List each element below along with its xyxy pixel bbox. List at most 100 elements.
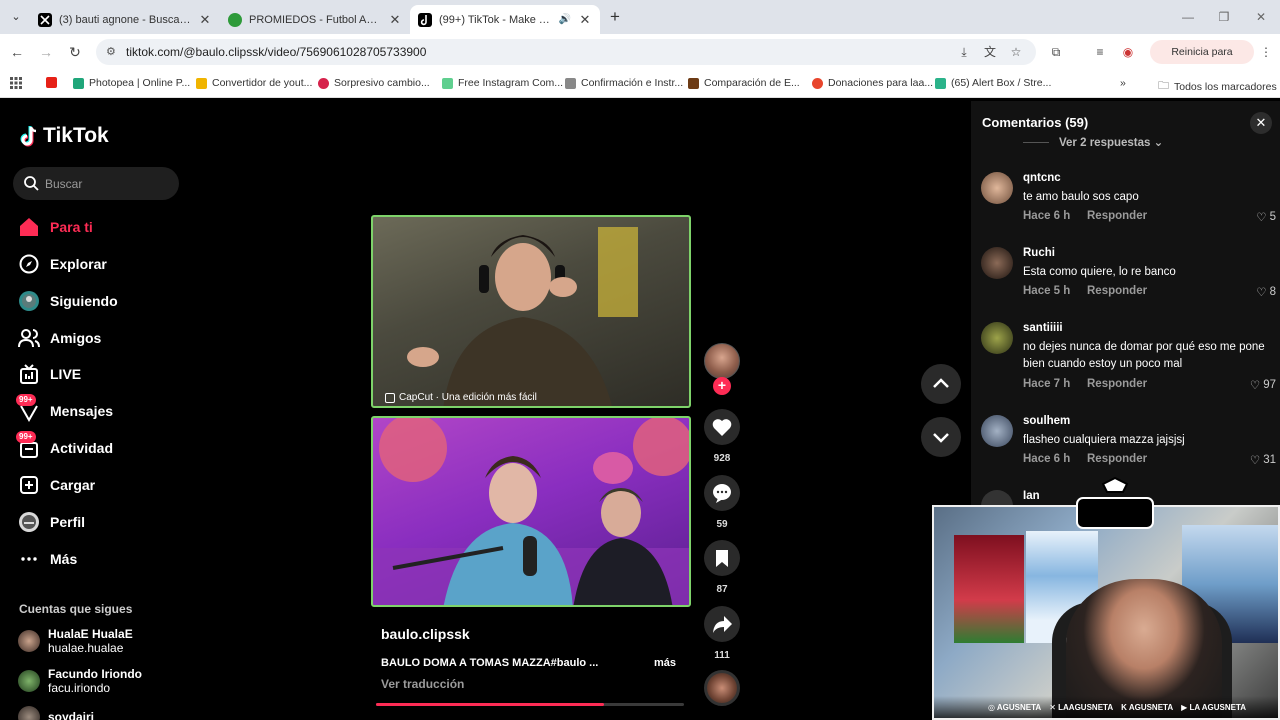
tiktok-logo[interactable]: TikTok [19,124,109,148]
tab-close-icon[interactable]: ✕ [388,12,402,28]
commenter-name[interactable]: Ruchi [1023,247,1055,259]
follow-plus-button[interactable]: + [713,377,731,395]
nav-actividad[interactable]: 99+ Actividad [16,431,113,461]
close-comments-button[interactable]: ✕ [1250,112,1272,134]
commenter-avatar[interactable] [981,247,1013,279]
more-bookmarks-icon[interactable]: » [1120,77,1126,89]
bookmark-label: Donaciones para laa... [828,77,934,89]
bookmark-star-icon[interactable]: ☆ [1008,44,1024,60]
commenter-name[interactable]: Ian [1023,490,1040,502]
commenter-name[interactable]: qntcnc [1023,172,1061,184]
comment-like-button[interactable]: ♡ 5 [1256,210,1276,224]
search-bar[interactable] [13,167,179,200]
video-progress-bar[interactable] [376,703,684,706]
share-button[interactable] [704,606,740,642]
streamer-webcam-overlay: ◎ AGUSNETA ✕ LAAGUSNETA K AGUSNETA ▶ LA … [932,505,1280,720]
profile-icon[interactable]: ◉ [1120,44,1136,60]
commenter-avatar[interactable] [981,415,1013,447]
speaker-icon[interactable]: 🔊 [559,14,571,25]
site-info-icon[interactable]: ⚙ [106,45,120,59]
update-button[interactable]: Reinicia para actualizar [1150,40,1254,82]
following-account[interactable]: HualaE HualaE hualae.hualae [18,627,133,655]
comment-like-button[interactable]: ♡ 31 [1250,453,1276,467]
forward-icon[interactable]: → [37,43,55,61]
reply-button[interactable]: Responder [1087,210,1147,222]
comment-time: Hace 5 h [1023,285,1071,297]
minimize-icon[interactable]: — [1178,8,1198,26]
maximize-icon[interactable]: ❐ [1214,8,1234,26]
comment-like-button[interactable]: ♡ 97 [1250,378,1276,392]
like-button[interactable] [704,409,740,445]
bookmark-item[interactable]: (65) Alert Box / Stre... [935,77,1051,89]
profile-avatar-icon [18,511,40,533]
back-icon[interactable]: ← [8,43,26,61]
reload-icon[interactable]: ↻ [66,43,84,61]
nav-label: Cargar [50,477,96,493]
tab-tiktok[interactable]: (99+) TikTok - Make Your Day 🔊 ✕ [410,5,600,34]
tab-search-icon[interactable]: ⌄ [6,8,26,26]
next-video-button[interactable] [921,417,961,457]
save-button[interactable] [704,540,740,576]
all-bookmarks[interactable]: 🗀 Todos los marcadores [1158,77,1277,96]
nav-perfil[interactable]: Perfil [18,509,85,535]
nav-explorar[interactable]: Explorar [18,251,107,277]
window-close-icon[interactable]: ✕ [1251,8,1271,26]
menu-icon[interactable]: ⋮ [1258,44,1274,60]
notification-badge: 99+ [16,431,36,443]
nav-mas[interactable]: Más [18,546,77,572]
commenter-avatar[interactable] [981,322,1013,354]
tab-promiedos[interactable]: PROMIEDOS - Futbol Argentino ✕ [220,5,410,34]
tab-close-icon[interactable]: ✕ [578,12,592,28]
translate-button[interactable]: Ver traducción [381,677,464,691]
tab-x-search[interactable]: (3) bauti agnone - Buscar / X ✕ [30,5,220,34]
nav-siguiendo[interactable]: Siguiendo [18,288,118,314]
video-top-webcam [371,215,691,408]
comment-button[interactable] [704,475,740,511]
home-icon [18,216,40,238]
video-player[interactable]: CapCut · Una edición más fácil [371,215,691,607]
extensions-icon[interactable]: ⧉ [1048,44,1064,60]
media-control-icon[interactable]: ≡ [1092,44,1108,60]
bookmark-item[interactable]: Sorpresivo cambio... [318,77,430,89]
new-tab-button[interactable]: + [606,7,624,27]
apps-icon[interactable] [10,77,22,89]
commenter-name[interactable]: santiiiii [1023,322,1063,334]
bookmark-label: (65) Alert Box / Stre... [951,77,1052,89]
following-account[interactable]: Facundo Iriondo facu.iriondo [18,667,142,695]
commenter-name[interactable]: soulhem [1023,415,1070,427]
comment-like-button[interactable]: ♡ 8 [1256,285,1276,299]
account-name: soydairi [48,710,95,720]
bookmark-item[interactable]: Photopea | Online P... [73,77,190,89]
nav-amigos[interactable]: Amigos [18,325,101,351]
commenter-avatar[interactable] [981,172,1013,204]
install-icon[interactable]: ⤓ [956,44,972,60]
messages-icon: 99+ [16,394,40,423]
bookmark-label: Confirmación e Instr... [581,77,684,89]
bookmark-item[interactable]: Donaciones para laa... [812,77,933,89]
bookmark-item[interactable]: Comparación de E... [688,77,800,89]
bookmark-item[interactable]: Free Instagram Com... [442,77,563,89]
reply-button[interactable]: Responder [1087,285,1147,297]
nav-para-ti[interactable]: Para ti [18,214,93,240]
reply-button[interactable]: Responder [1087,378,1147,390]
address-bar[interactable]: ⚙ tiktok.com/@baulo.clipssk/video/756906… [96,39,1036,65]
youtube-bookmark-icon[interactable] [46,77,57,88]
following-account[interactable]: soydairi [18,706,94,720]
previous-video-button[interactable] [921,364,961,404]
video-author[interactable]: baulo.clipssk [381,626,470,642]
search-input[interactable] [45,175,165,192]
nav-mensajes[interactable]: 99+ Mensajes [16,394,113,424]
tiktok-wordmark: TikTok [43,124,109,147]
reply-button[interactable]: Responder [1087,453,1147,465]
tab-close-icon[interactable]: ✕ [198,12,212,28]
music-disc-icon[interactable] [704,670,740,706]
creator-avatar[interactable] [704,343,740,379]
more-button[interactable]: más [654,657,676,669]
nav-live[interactable]: LIVE [18,361,81,387]
nav-cargar[interactable]: Cargar [18,472,95,498]
url-text[interactable]: tiktok.com/@baulo.clipssk/video/75690610… [126,45,426,59]
translate-icon[interactable]: 文 [982,44,998,60]
view-replies-button[interactable]: Ver 2 respuestas ⌄ [1059,135,1163,149]
bookmark-item[interactable]: Confirmación e Instr... [565,77,683,89]
bookmark-item[interactable]: Convertidor de yout... [196,77,312,89]
